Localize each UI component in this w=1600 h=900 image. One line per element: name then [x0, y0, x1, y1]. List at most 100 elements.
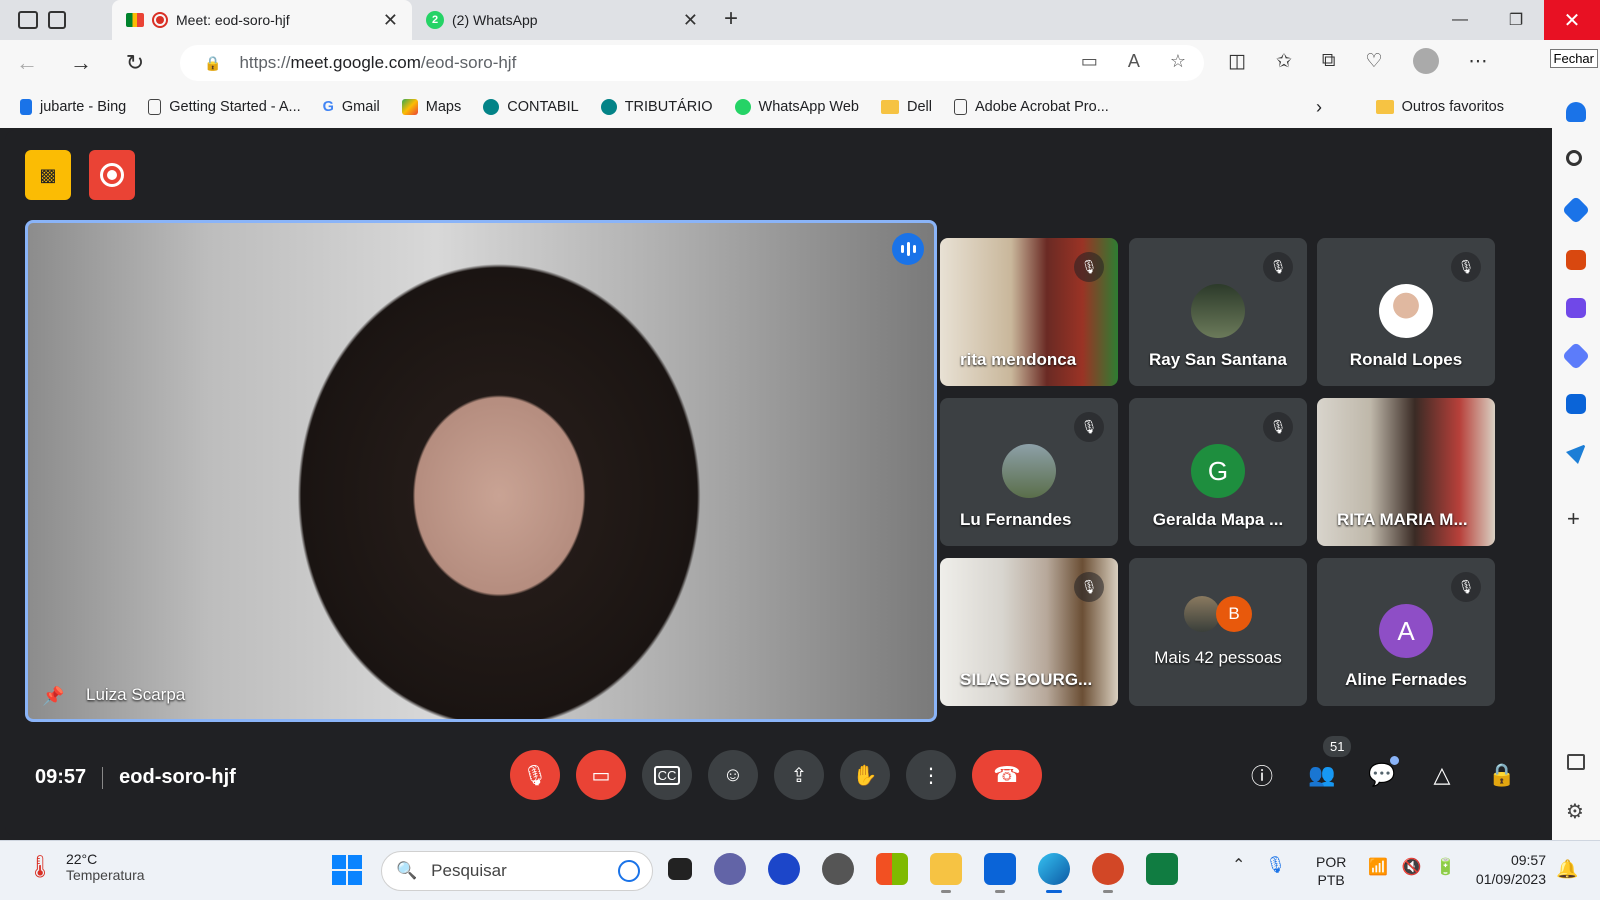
- tab-actions-icon[interactable]: [48, 11, 66, 29]
- taskbar-search[interactable]: 🔍 Pesquisar: [381, 851, 653, 891]
- bookmark-item[interactable]: TRIBUTÁRIO: [600, 99, 713, 115]
- bookmark-item[interactable]: Getting Started - A...: [148, 99, 301, 115]
- workspaces-icon[interactable]: [18, 11, 38, 29]
- participant-tile[interactable]: 🎙 Ronald Lopes: [1317, 238, 1495, 386]
- favorite-star-icon[interactable]: ☆: [1170, 51, 1186, 72]
- activities-icon[interactable]: △: [1427, 760, 1457, 790]
- tab-whatsapp[interactable]: 2 (2) WhatsApp ✕: [412, 0, 712, 40]
- send-icon[interactable]: [1566, 444, 1586, 464]
- captions-button[interactable]: CC: [642, 750, 692, 800]
- tab-meet[interactable]: Meet: eod-soro-hjf ✕: [112, 0, 412, 40]
- participant-tile[interactable]: 🎙 rita mendonca: [940, 238, 1118, 386]
- more-menu-icon[interactable]: ⋯: [1469, 50, 1488, 73]
- main-speaker-tile[interactable]: 📌 Luiza Scarpa: [25, 220, 937, 722]
- outlook-icon[interactable]: [1566, 394, 1586, 414]
- close-tab-icon[interactable]: ✕: [683, 10, 698, 31]
- collections-icon[interactable]: ⧉: [1322, 50, 1336, 72]
- excel-icon[interactable]: [1146, 853, 1178, 885]
- language-indicator[interactable]: POR PTB: [1316, 853, 1346, 889]
- bookmark-item[interactable]: WhatsApp Web: [734, 99, 859, 115]
- forward-icon[interactable]: →: [54, 50, 108, 76]
- participant-tile[interactable]: RITA MARIA M...: [1317, 398, 1495, 546]
- reload-icon[interactable]: ↻: [108, 50, 162, 76]
- microphone-icon[interactable]: 🎙: [1265, 855, 1285, 875]
- recording-badge[interactable]: [89, 150, 135, 200]
- bookmark-item[interactable]: Maps: [401, 99, 461, 115]
- powerpoint-icon[interactable]: [1092, 853, 1124, 893]
- leave-call-button[interactable]: ☎: [972, 750, 1042, 800]
- add-icon[interactable]: +: [1567, 506, 1580, 532]
- split-screen-icon[interactable]: ◫: [1228, 50, 1246, 73]
- notifications-icon[interactable]: [1566, 102, 1586, 122]
- raise-hand-button[interactable]: ✋: [840, 750, 890, 800]
- chevron-up-icon[interactable]: ⌃: [1232, 855, 1245, 875]
- participant-tile[interactable]: 🎙 Ray San Santana: [1129, 238, 1307, 386]
- meeting-controls-bar: 09:57 eod-soro-hjf 🎙 ▭ CC ☺ ⇪ ✋ ⋮ ☎ 51 ⓘ…: [5, 736, 1541, 832]
- sidebar-panel-icon[interactable]: [1567, 754, 1585, 770]
- restore-icon[interactable]: ❐: [1488, 0, 1544, 40]
- settings-icon[interactable]: [822, 853, 854, 885]
- bing-icon: [20, 99, 32, 115]
- more-options-button[interactable]: ⋮: [906, 750, 956, 800]
- participant-tile[interactable]: 🎙 A Aline Fernades: [1317, 558, 1495, 706]
- other-favorites[interactable]: Outros favoritos: [1375, 99, 1504, 115]
- meeting-details-icon[interactable]: ⓘ: [1247, 760, 1277, 790]
- outlook-icon[interactable]: [984, 853, 1016, 893]
- camera-toggle-button[interactable]: ▭: [576, 750, 626, 800]
- file-explorer-icon[interactable]: [930, 853, 962, 893]
- weather-widget[interactable]: 🌡 22°C Temperatura: [26, 851, 145, 883]
- windows-start-icon[interactable]: [332, 855, 362, 885]
- chat-icon[interactable]: 💬: [1367, 756, 1399, 790]
- no-video-badge[interactable]: ▩: [25, 150, 71, 200]
- mic-toggle-button[interactable]: 🎙: [510, 750, 560, 800]
- battery-icon[interactable]: 🔋: [1436, 857, 1456, 877]
- teams-chat-icon[interactable]: [714, 853, 746, 885]
- pin-icon[interactable]: 📌: [42, 686, 64, 707]
- participant-tile[interactable]: 🎙 G Geralda Mapa ...: [1129, 398, 1307, 546]
- games-icon[interactable]: [1566, 298, 1586, 318]
- present-button[interactable]: ⇪: [774, 750, 824, 800]
- other-favorites-label: Outros favoritos: [1401, 99, 1504, 115]
- chevron-right-icon[interactable]: ›: [1316, 97, 1322, 118]
- people-icon[interactable]: 👥: [1307, 760, 1337, 790]
- bookmark-item[interactable]: Adobe Acrobat Pro...: [953, 99, 1109, 115]
- meet-favicon-icon: [126, 13, 144, 27]
- url-field[interactable]: 🔒 https://meet.google.com/eod-soro-hjf ▭…: [180, 45, 1204, 81]
- store-icon[interactable]: [876, 853, 908, 885]
- url-host: meet.google.com: [290, 53, 421, 72]
- bookmark-item[interactable]: G Gmail: [323, 99, 380, 115]
- edge-icon[interactable]: [1038, 853, 1070, 893]
- new-tab-icon[interactable]: +: [724, 0, 738, 40]
- volume-muted-icon[interactable]: 🔇: [1402, 857, 1422, 877]
- app-icon[interactable]: [768, 853, 800, 885]
- participant-tile[interactable]: 🎙 Lu Fernandes: [940, 398, 1118, 546]
- lock-icon[interactable]: 🔒: [204, 55, 221, 72]
- tools-icon[interactable]: [1566, 250, 1586, 270]
- close-tab-icon[interactable]: ✕: [383, 10, 398, 31]
- host-controls-icon[interactable]: 🔒: [1487, 760, 1517, 790]
- back-icon[interactable]: ←: [0, 50, 54, 76]
- read-aloud-icon[interactable]: A: [1128, 51, 1140, 72]
- shopping-icon[interactable]: [1561, 195, 1591, 225]
- search-icon[interactable]: [1566, 150, 1582, 166]
- reactions-button[interactable]: ☺: [708, 750, 758, 800]
- participant-tile[interactable]: 🎙 SILAS BOURG...: [940, 558, 1118, 706]
- mic-off-icon: 🎙: [522, 764, 548, 787]
- copilot-icon[interactable]: [1561, 341, 1591, 371]
- gear-icon[interactable]: ⚙: [1566, 799, 1584, 824]
- bookmark-item[interactable]: Dell: [881, 99, 932, 115]
- profile-avatar[interactable]: [1412, 48, 1439, 74]
- more-participants-tile[interactable]: B Mais 42 pessoas: [1129, 558, 1307, 706]
- camera-icon[interactable]: ▭: [1081, 51, 1098, 72]
- wifi-icon[interactable]: 📶: [1368, 857, 1388, 877]
- task-view-icon[interactable]: [668, 858, 692, 880]
- bookmark-item[interactable]: CONTABIL: [483, 99, 579, 115]
- browser-essentials-icon[interactable]: ♡: [1365, 50, 1382, 73]
- notification-bell-icon[interactable]: 🔔: [1556, 859, 1578, 880]
- close-window-icon[interactable]: ✕: [1544, 0, 1600, 40]
- favorites-icon[interactable]: ✩: [1276, 50, 1292, 73]
- minimize-icon[interactable]: —: [1432, 0, 1488, 40]
- bookmark-item[interactable]: jubarte - Bing: [20, 99, 126, 115]
- clock[interactable]: 09:57 01/09/2023: [1468, 851, 1546, 889]
- bing-icon[interactable]: [618, 860, 640, 882]
